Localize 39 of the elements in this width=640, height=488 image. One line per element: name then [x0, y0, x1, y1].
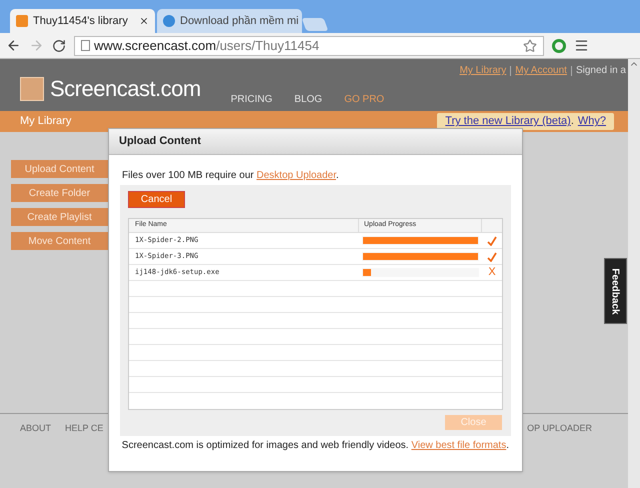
footer-link[interactable]: ABOUT: [20, 422, 52, 436]
address-field[interactable]: www.screencast.com/users/Thuy11454: [74, 36, 544, 56]
sidebar-button[interactable]: Move Content: [11, 232, 108, 250]
try-library-link[interactable]: Try the new Library (beta): [445, 113, 571, 130]
sidebar-button[interactable]: Upload Content: [11, 160, 108, 178]
back-icon[interactable]: [6, 38, 21, 53]
signed-in-text: Signed in a: [576, 64, 626, 78]
url-text: www.screencast.com/users/Thuy11454: [94, 36, 320, 55]
sidebar-button[interactable]: Create Playlist: [11, 208, 108, 226]
star-icon[interactable]: [523, 38, 537, 52]
size-note: Files over 100 MB require our Desktop Uploader.: [122, 170, 339, 181]
why-link[interactable]: Why?: [578, 113, 606, 130]
library-title: My Library: [20, 114, 72, 130]
desktop-uploader-link[interactable]: Desktop Uploader: [256, 170, 336, 181]
tab-title: Download phần mềm mi: [180, 14, 299, 29]
feedback-tab[interactable]: Feedback: [604, 258, 627, 324]
dialog-title: Upload Content: [119, 134, 201, 150]
scrollbar[interactable]: [628, 59, 640, 488]
close-icon[interactable]: [139, 16, 149, 26]
sidebar-button[interactable]: Create Folder: [11, 184, 108, 202]
optimization-note: Screencast.com is optimized for images and web friendly videos. View best file formats.: [122, 439, 509, 453]
tab-title: Thuy11454's library: [33, 14, 129, 29]
failed-mark: X: [488, 265, 496, 280]
period-text: .: [570, 114, 574, 130]
site-logo[interactable]: Screencast.com: [50, 72, 201, 105]
menu-icon[interactable]: [574, 38, 589, 53]
cancel-button[interactable]: Cancel: [128, 191, 185, 208]
file-formats-link[interactable]: View best file formats: [411, 440, 506, 451]
footer-link[interactable]: OP UPLOADER: [527, 422, 592, 436]
nav-link[interactable]: PRICING: [230, 92, 272, 107]
header-link[interactable]: My Account: [515, 63, 567, 78]
browser-tab[interactable]: Thuy11454's library: [10, 9, 155, 33]
reload-icon[interactable]: [52, 38, 66, 52]
page-icon: [81, 40, 90, 51]
nav-link[interactable]: BLOG: [294, 92, 322, 107]
nav-link[interactable]: GO PRO: [344, 92, 384, 107]
header-link[interactable]: My Library: [460, 63, 506, 78]
browser-tab[interactable]: Download phần mềm mi: [157, 9, 302, 33]
footer-link[interactable]: HELP CE: [65, 422, 104, 436]
